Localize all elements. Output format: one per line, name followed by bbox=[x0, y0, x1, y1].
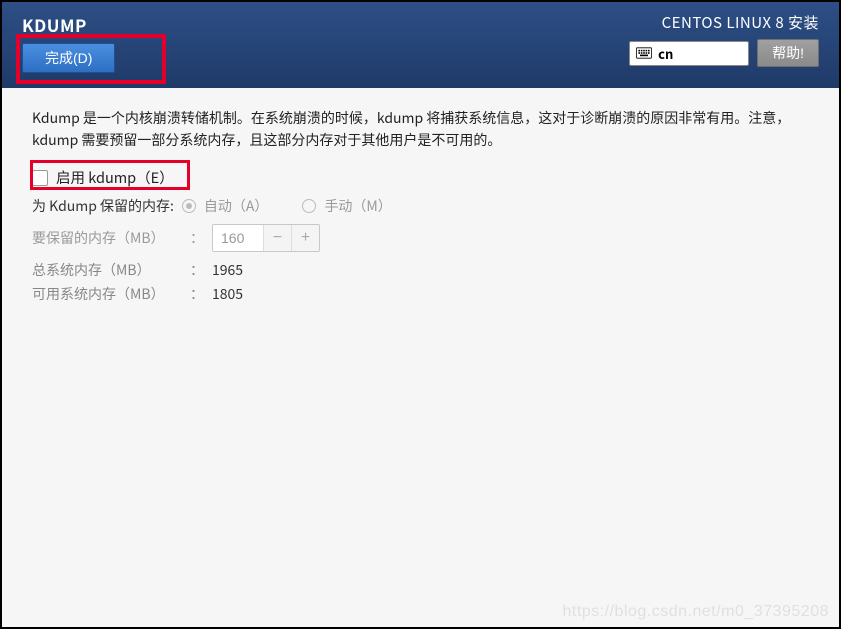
reserve-amount-spinner: − + bbox=[212, 224, 320, 252]
help-button[interactable]: 帮助! bbox=[757, 39, 819, 67]
total-memory-row: 总系统内存（MB） ： 1965 bbox=[32, 260, 809, 280]
topbar: KDUMP 完成(D) CENTOS LINUX 8 安装 bbox=[2, 2, 839, 88]
install-title: CENTOS LINUX 8 安装 bbox=[662, 12, 819, 33]
keyboard-layout-indicator[interactable]: cn bbox=[629, 41, 749, 66]
topbar-controls: cn 帮助! bbox=[629, 39, 819, 67]
topbar-left: KDUMP 完成(D) bbox=[22, 12, 115, 73]
reserve-amount-row: 要保留的内存（MB） ： − + bbox=[32, 224, 809, 252]
enable-kdump-checkbox[interactable] bbox=[32, 170, 48, 186]
reserve-amount-increment[interactable]: + bbox=[291, 225, 319, 251]
kdump-description: Kdump 是一个内核崩溃转储机制。在系统崩溃的时候，kdump 将捕获系统信息… bbox=[32, 108, 809, 151]
kdump-screen: KDUMP 完成(D) CENTOS LINUX 8 安装 bbox=[2, 2, 839, 627]
page-title: KDUMP bbox=[22, 12, 115, 37]
total-memory-label: 总系统内存（MB） bbox=[32, 260, 182, 280]
total-memory-value: 1965 bbox=[212, 260, 243, 280]
enable-kdump-row: 启用 kdump（E） bbox=[32, 167, 809, 188]
usable-memory-label: 可用系统内存（MB） bbox=[32, 284, 182, 304]
reserve-mode-row: 为 Kdump 保留的内存: 自动（A） 手动（M） bbox=[32, 196, 809, 216]
colon: ： bbox=[190, 228, 204, 248]
done-button[interactable]: 完成(D) bbox=[22, 43, 115, 73]
reserve-manual-radio[interactable] bbox=[302, 199, 316, 213]
reserve-auto-label: 自动（A） bbox=[204, 196, 269, 216]
usable-memory-value: 1805 bbox=[212, 284, 243, 304]
content-area: Kdump 是一个内核崩溃转储机制。在系统崩溃的时候，kdump 将捕获系统信息… bbox=[2, 88, 839, 627]
reserve-amount-input[interactable] bbox=[213, 225, 263, 251]
reserve-amount-label: 要保留的内存（MB） bbox=[32, 228, 182, 248]
keyboard-layout-label: cn bbox=[658, 44, 673, 63]
colon: ： bbox=[190, 284, 204, 304]
reserve-amount-decrement[interactable]: − bbox=[263, 225, 291, 251]
reserve-auto-radio[interactable] bbox=[182, 199, 196, 213]
topbar-right: CENTOS LINUX 8 安装 bbox=[629, 12, 819, 67]
reserve-mode-label: 为 Kdump 保留的内存: bbox=[32, 196, 174, 216]
usable-memory-row: 可用系统内存（MB） ： 1805 bbox=[32, 284, 809, 304]
reserve-manual-label: 手动（M） bbox=[324, 196, 391, 216]
keyboard-icon bbox=[636, 47, 652, 59]
colon: ： bbox=[190, 260, 204, 280]
enable-kdump-label: 启用 kdump（E） bbox=[56, 167, 174, 188]
